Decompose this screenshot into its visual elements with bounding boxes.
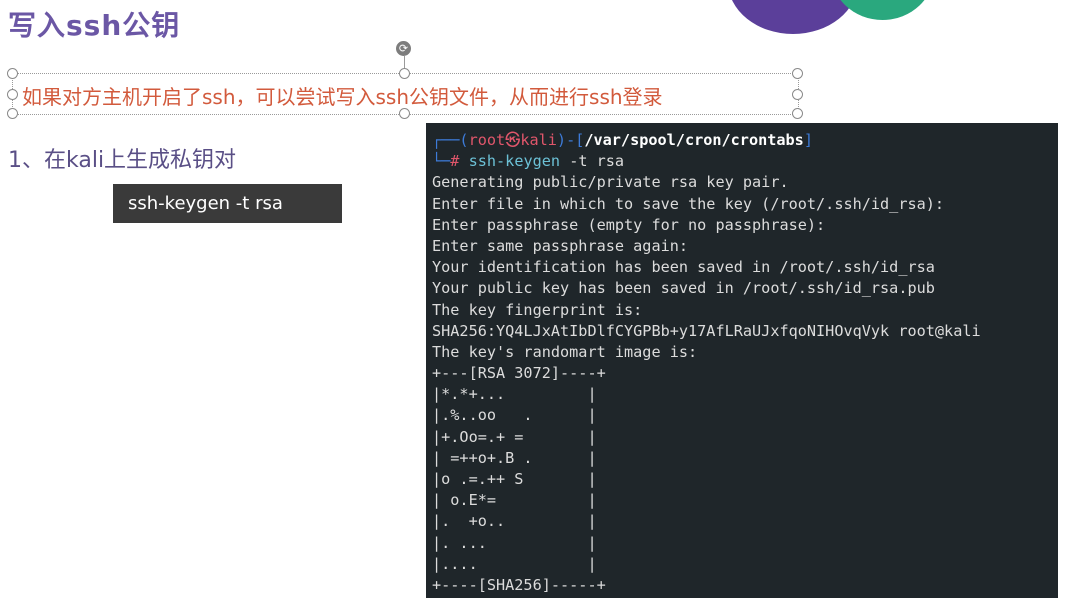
terminal-output-line: SHA256:YQ4LJxAtIbDlfCYGPBb+y17AfLRaUJxfq… [432, 321, 981, 340]
terminal-output-line: |*.*+... | [432, 385, 597, 404]
decorative-purple-shape [728, 0, 858, 34]
terminal-output-line: +----[SHA256]-----+ [432, 575, 606, 594]
terminal-output-line: Enter passphrase (empty for no passphras… [432, 215, 826, 234]
terminal-output-line: |. ... | [432, 533, 597, 552]
terminal-output-line: Enter same passphrase again: [432, 236, 689, 255]
resize-handle-bottom-right[interactable] [792, 108, 803, 119]
terminal-output-line: |. +o.. | [432, 512, 597, 531]
terminal-output-line: The key's randomart image is: [432, 342, 698, 361]
terminal-output-line: |+.Oo=.+ = | [432, 427, 597, 446]
terminal-output-line: | o.E*= | [432, 491, 597, 510]
prompt-command: ssh-keygen [468, 152, 561, 171]
rotate-icon[interactable]: ⟳ [396, 41, 411, 56]
resize-handle-bottom-left[interactable] [7, 108, 18, 119]
subtitle-text[interactable]: 如果对方主机开启了ssh，可以尝试写入ssh公钥文件，从而进行ssh登录 [22, 81, 663, 110]
terminal-output-line: |.%..oo . | [432, 406, 597, 425]
terminal-output-line: +---[RSA 3072]----+ [432, 364, 606, 383]
resize-handle-middle-right[interactable] [792, 89, 803, 100]
prompt-args: -t rsa [569, 152, 625, 171]
prompt-line-2: └─# ssh-keygen -t rsa [432, 152, 625, 171]
terminal-output-line: Your public key has been saved in /root/… [432, 279, 935, 298]
terminal-output-line: Enter file in which to save the key (/ro… [432, 194, 945, 213]
slide-title: 写入ssh公钥 [8, 9, 181, 42]
step-heading: 1、在kali上生成私钥对 [8, 148, 237, 173]
resize-handle-middle-left[interactable] [7, 89, 18, 100]
terminal-output-line: | =++o+.B . | [432, 448, 597, 467]
terminal-output-line: Generating public/private rsa key pair. [432, 173, 789, 192]
command-box: ssh-keygen -t rsa [113, 184, 342, 223]
resize-handle-top-middle[interactable] [399, 68, 410, 79]
resize-handle-top-right[interactable] [792, 68, 803, 79]
terminal-output-line: The key fingerprint is: [432, 300, 643, 319]
resize-handle-top-left[interactable] [7, 68, 18, 79]
terminal-output-line: |o .=.++ S | [432, 470, 597, 488]
prompt-at-symbol: ㉿ [505, 131, 521, 149]
prompt-line-1: ┌──(root㉿kali)-[/var/spool/cron/crontabs… [432, 131, 813, 149]
terminal-output-line: Your identification has been saved in /r… [432, 258, 935, 277]
prompt-hash: # [450, 152, 460, 171]
terminal-output-line: |.... | [432, 554, 597, 573]
prompt-user: root [468, 131, 506, 149]
prompt-host: kali [520, 131, 557, 149]
prompt-path: /var/spool/cron/crontabs [584, 131, 804, 149]
terminal-output: Generating public/private rsa key pair. E… [432, 172, 1058, 596]
terminal-screenshot: ┌──(root㉿kali)-[/var/spool/cron/crontabs… [426, 123, 1058, 598]
